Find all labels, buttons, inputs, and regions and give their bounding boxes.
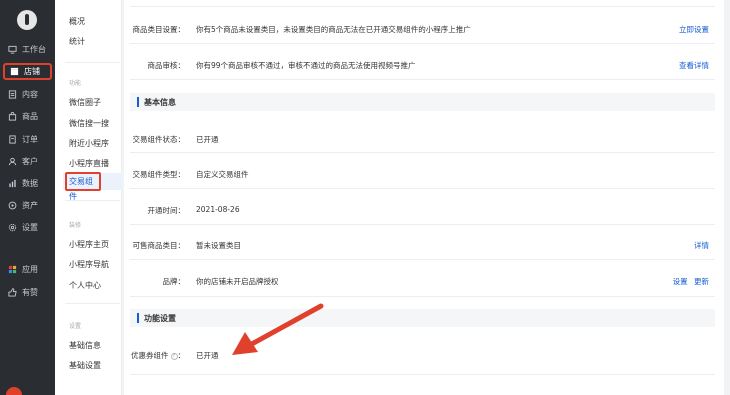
row-divider xyxy=(130,224,715,225)
main-content: 商品类目设置： 你有5个商品未设置类目，未设置类目的商品无法在已开通交易组件的小… xyxy=(124,0,724,395)
rail-item-label: 内容 xyxy=(22,90,38,99)
rail-item-settings[interactable]: 设置 xyxy=(3,219,52,236)
rail-item-apps[interactable]: 应用 xyxy=(3,261,52,278)
row-divider xyxy=(130,296,715,297)
asset-icon xyxy=(7,201,17,211)
menu-item-miniapp-nav[interactable]: 小程序导航 xyxy=(69,259,109,270)
rail-item-label: 有赞 xyxy=(22,288,38,297)
menu-item-overview[interactable]: 概况 xyxy=(69,16,85,27)
rail-item-store[interactable]: 店铺 xyxy=(3,63,52,80)
type-label: 交易组件类型： xyxy=(132,170,186,179)
rail-item-content[interactable]: 内容 xyxy=(3,86,52,103)
row-divider xyxy=(130,152,715,153)
rail-item-customers[interactable]: 客户 xyxy=(3,153,52,170)
brand-value: 你的店铺未开启品牌授权 xyxy=(196,277,279,286)
rail-item-label: 店铺 xyxy=(24,67,40,76)
sellable-category-label: 可售商品类目： xyxy=(132,241,186,250)
brand-set-link[interactable]: 设置 xyxy=(673,277,688,286)
rail-item-label: 客户 xyxy=(22,157,38,166)
status-label: 交易组件状态： xyxy=(132,135,186,144)
coupon-component-value: 已开通 xyxy=(196,351,219,360)
rail-item-label: 订单 xyxy=(22,135,38,144)
feature-settings-section-header: 功能设置 xyxy=(130,309,715,327)
section-accent-bar xyxy=(137,313,139,323)
row-divider xyxy=(130,79,715,80)
audit-label: 商品审核： xyxy=(147,61,186,70)
open-time-value: 2021-08-26 xyxy=(196,205,240,214)
rail-item-label: 数据 xyxy=(22,179,38,188)
audit-value: 你有99个商品审核不通过，审核不通过的商品无法使用视频号推广 xyxy=(196,61,416,70)
rail-item-data[interactable]: 数据 xyxy=(3,175,52,192)
rail-item-label: 工作台 xyxy=(22,45,46,54)
user-icon xyxy=(7,157,17,167)
menu-group-decoration: 装修 xyxy=(69,222,82,229)
menu-divider xyxy=(65,200,120,201)
apps-icon xyxy=(7,265,17,275)
annotation-arrow xyxy=(232,303,324,355)
coupon-component-label: 优惠券组件?： xyxy=(95,350,185,361)
menu-item-wechat-circle[interactable]: 微信圈子 xyxy=(69,97,101,108)
order-icon xyxy=(7,135,17,145)
rail-item-label: 资产 xyxy=(22,201,38,210)
status-value: 已开通 xyxy=(196,135,219,144)
menu-divider xyxy=(65,303,120,304)
rail-item-youzan[interactable]: 有赞 xyxy=(3,284,52,301)
chart-icon xyxy=(7,179,17,189)
menu-item-stats[interactable]: 统计 xyxy=(69,36,85,47)
category-setting-label: 商品类目设置： xyxy=(132,25,186,34)
bag-icon xyxy=(7,112,17,122)
like-icon xyxy=(7,288,17,298)
primary-sidebar: 工作台 店铺 内容 商品 订单 客户 数据 资产 设置 应用 有赞 xyxy=(0,0,55,395)
basic-info-section-header: 基本信息 xyxy=(130,93,715,111)
help-badge[interactable] xyxy=(6,387,22,395)
section-title: 功能设置 xyxy=(144,314,176,323)
menu-group-settings: 设置 xyxy=(69,323,82,330)
menu-group-function: 功能 xyxy=(69,80,82,87)
rail-item-assets[interactable]: 资产 xyxy=(3,197,52,214)
rail-item-goods[interactable]: 商品 xyxy=(3,108,52,125)
row-divider xyxy=(130,259,715,260)
store-icon xyxy=(9,67,19,77)
coupon-label-text: 优惠券组件 xyxy=(131,351,169,360)
rail-item-workbench[interactable]: 工作台 xyxy=(3,41,52,58)
coupon-label-colon: ： xyxy=(177,351,186,360)
shop-logo[interactable] xyxy=(17,10,37,30)
brand-label: 品牌： xyxy=(162,277,186,286)
row-divider xyxy=(130,43,715,44)
section-accent-bar xyxy=(137,97,139,107)
details-link[interactable]: 详情 xyxy=(694,240,709,251)
row-divider xyxy=(130,374,715,375)
view-details-link[interactable]: 查看详情 xyxy=(679,60,709,71)
monitor-icon xyxy=(7,45,17,55)
menu-item-wechat-search[interactable]: 微信搜一搜 xyxy=(69,118,109,129)
rail-item-label: 设置 xyxy=(22,223,38,232)
gear-icon xyxy=(7,223,17,233)
row-divider xyxy=(130,6,715,7)
row-divider xyxy=(130,188,715,189)
category-setting-value: 你有5个商品未设置类目，未设置类目的商品无法在已开通交易组件的小程序上推广 xyxy=(196,25,471,34)
info-icon[interactable]: ? xyxy=(170,352,178,360)
set-now-link[interactable]: 立即设置 xyxy=(679,24,709,35)
type-value: 自定义交易组件 xyxy=(196,170,249,179)
sellable-category-value: 暂未设置类目 xyxy=(196,241,241,250)
section-title: 基本信息 xyxy=(144,98,176,107)
brand-update-link[interactable]: 更新 xyxy=(694,277,709,286)
rail-item-label: 商品 xyxy=(22,112,38,121)
menu-item-basic-settings[interactable]: 基础设置 xyxy=(69,360,101,371)
menu-item-miniapp-live[interactable]: 小程序直播 xyxy=(69,158,109,169)
open-time-label: 开通时间： xyxy=(147,206,186,215)
brand-actions: 设置 更新 xyxy=(673,276,709,287)
content-icon xyxy=(7,90,17,100)
rail-item-orders[interactable]: 订单 xyxy=(3,131,52,148)
rail-item-label: 应用 xyxy=(22,265,38,274)
